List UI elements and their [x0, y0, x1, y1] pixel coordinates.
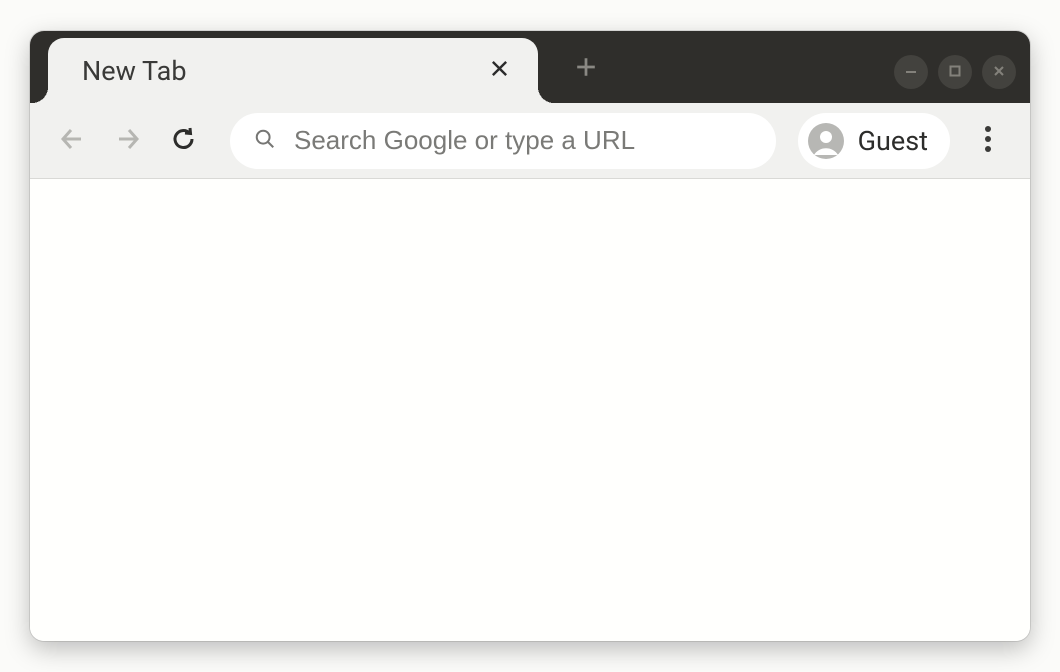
- close-icon: [992, 63, 1006, 82]
- plus-icon: [575, 56, 597, 82]
- browser-tab[interactable]: New Tab: [48, 38, 538, 103]
- reload-button[interactable]: [160, 117, 208, 165]
- arrow-right-icon: [114, 125, 142, 157]
- avatar-icon: [808, 123, 844, 159]
- browser-window: New Tab: [30, 31, 1030, 641]
- profile-label: Guest: [858, 125, 928, 157]
- three-dots-icon: [984, 125, 992, 157]
- close-icon: [490, 59, 509, 82]
- window-controls: [894, 55, 1016, 89]
- toolbar: Guest: [30, 103, 1030, 179]
- menu-button[interactable]: [964, 117, 1012, 165]
- omnibox[interactable]: [230, 113, 776, 169]
- tab-title: New Tab: [82, 55, 482, 87]
- new-tab-button[interactable]: [564, 47, 608, 91]
- maximize-icon: [948, 63, 962, 82]
- titlebar[interactable]: New Tab: [30, 31, 1030, 103]
- close-tab-button[interactable]: [482, 54, 516, 88]
- minimize-icon: [904, 63, 918, 82]
- profile-button[interactable]: Guest: [798, 113, 950, 169]
- back-button[interactable]: [48, 117, 96, 165]
- reload-icon: [170, 125, 198, 157]
- forward-button[interactable]: [104, 117, 152, 165]
- maximize-window-button[interactable]: [938, 55, 972, 89]
- close-window-button[interactable]: [982, 55, 1016, 89]
- minimize-window-button[interactable]: [894, 55, 928, 89]
- page-content: [30, 179, 1030, 641]
- arrow-left-icon: [58, 125, 86, 157]
- address-input[interactable]: [294, 125, 752, 156]
- search-icon: [254, 128, 276, 154]
